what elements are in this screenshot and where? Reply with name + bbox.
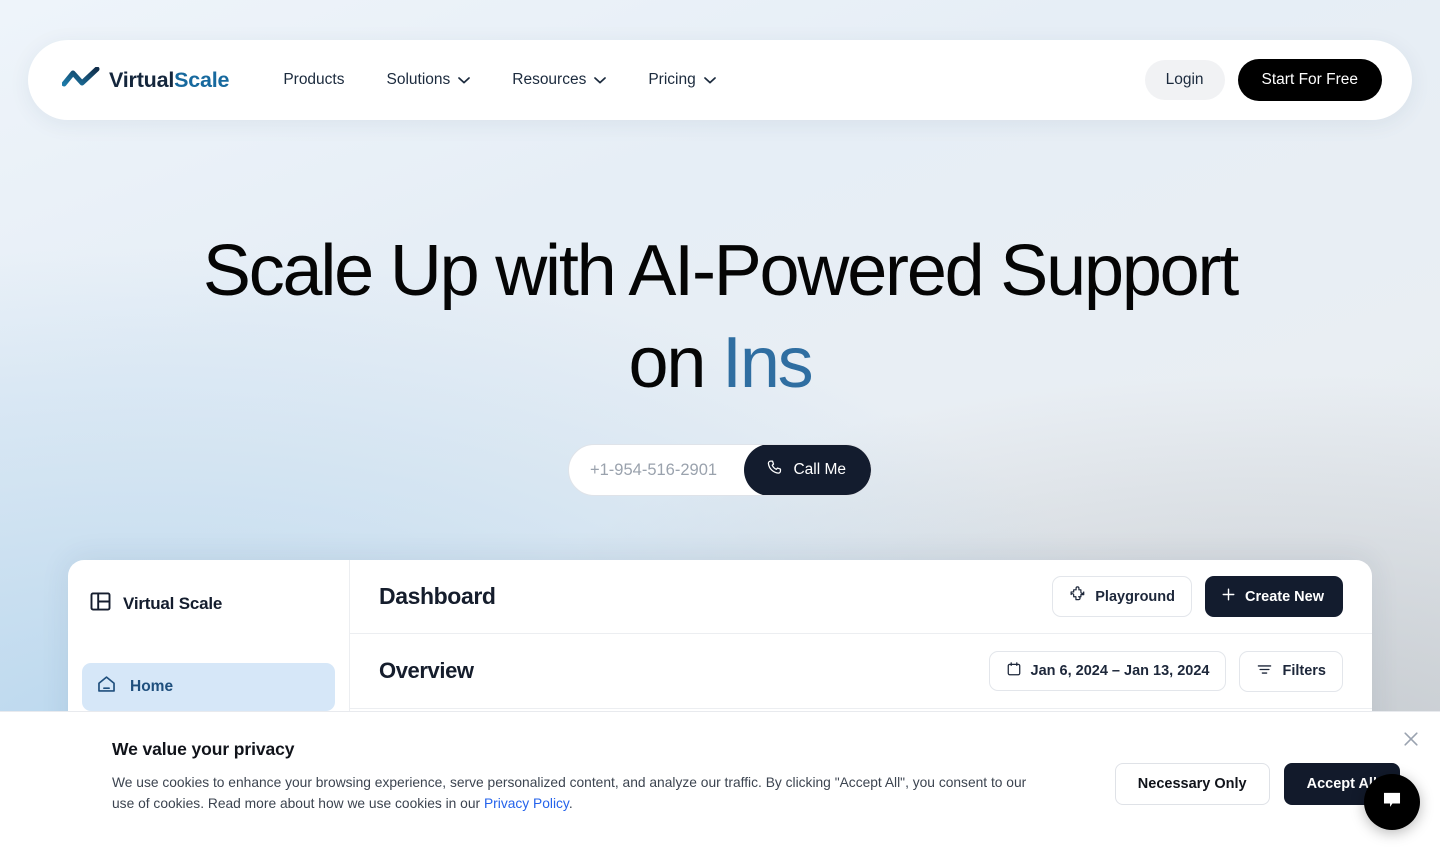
- sidebar-item-home[interactable]: Home: [82, 663, 335, 711]
- chat-widget-button[interactable]: [1364, 774, 1420, 830]
- zigzag-logo-icon: [61, 66, 100, 94]
- cookie-body-after: .: [568, 795, 573, 811]
- filters-label: Filters: [1282, 663, 1326, 679]
- create-new-label: Create New: [1245, 588, 1324, 605]
- dashboard-overview-row: Overview Jan 6, 2024 – Jan 13, 2024 Filt…: [350, 634, 1372, 709]
- chevron-down-icon: [458, 71, 471, 89]
- cookie-text-block: We value your privacy We use cookies to …: [112, 739, 1052, 814]
- login-button[interactable]: Login: [1144, 60, 1225, 100]
- dashboard-header-row: Dashboard Playground Create New: [350, 560, 1372, 634]
- site-header: VirtualScale Products Solutions Resource…: [28, 40, 1412, 120]
- calendar-icon: [1006, 661, 1022, 681]
- home-icon: [96, 674, 117, 700]
- header-actions: Login Start For Free: [1144, 59, 1382, 101]
- playground-label: Playground: [1095, 588, 1176, 605]
- page-root: VirtualScale Products Solutions Resource…: [0, 0, 1440, 850]
- date-range-button[interactable]: Jan 6, 2024 – Jan 13, 2024: [988, 651, 1227, 691]
- filters-button[interactable]: Filters: [1239, 650, 1343, 692]
- hero-section: Scale Up with AI-Powered Support on Ins: [0, 225, 1440, 409]
- phone-input[interactable]: [569, 445, 743, 495]
- dashboard-brand: Virtual Scale: [82, 590, 335, 618]
- date-range-label: Jan 6, 2024 – Jan 13, 2024: [1030, 663, 1210, 679]
- nav-item-label: Solutions: [386, 71, 451, 88]
- dashboard-header-actions: Playground Create New: [1052, 576, 1343, 617]
- brand-name-secondary: Scale: [174, 67, 230, 92]
- create-new-button[interactable]: Create New: [1205, 576, 1343, 617]
- phone-call-form: Call Me: [568, 444, 872, 496]
- start-for-free-button[interactable]: Start For Free: [1237, 59, 1382, 101]
- nav-item-pricing[interactable]: Pricing: [627, 63, 736, 97]
- cookie-consent-banner: We value your privacy We use cookies to …: [0, 711, 1440, 850]
- panel-layout-icon: [89, 590, 112, 618]
- hero-heading-line2-prefix: on: [628, 323, 723, 403]
- hero-heading-line2-accent: Ins: [722, 323, 814, 403]
- cookie-actions: Necessary Only Accept All: [1114, 739, 1400, 805]
- nav-item-label: Products: [283, 71, 345, 88]
- nav-item-resources[interactable]: Resources: [491, 63, 627, 97]
- call-me-button[interactable]: Call Me: [744, 445, 871, 495]
- sidebar-item-label: Home: [130, 678, 174, 695]
- filter-icon: [1256, 661, 1273, 682]
- hero-heading-line1: Scale Up with AI-Powered Support: [202, 231, 1239, 311]
- chevron-down-icon: [703, 71, 716, 89]
- brand-name-primary: Virtual: [109, 67, 175, 92]
- call-me-label: Call Me: [793, 461, 846, 478]
- main-nav: Products Solutions Resources Pricing: [262, 63, 736, 97]
- nav-item-label: Resources: [512, 71, 587, 88]
- privacy-policy-link[interactable]: Privacy Policy: [484, 796, 569, 811]
- hero-heading: Scale Up with AI-Powered Support on Ins: [0, 225, 1440, 409]
- necessary-only-button[interactable]: Necessary Only: [1114, 763, 1270, 805]
- overview-actions: Jan 6, 2024 – Jan 13, 2024 Filters: [988, 650, 1343, 692]
- close-icon[interactable]: [1394, 722, 1428, 756]
- brand-name: VirtualScale: [109, 67, 230, 93]
- puzzle-icon: [1069, 586, 1086, 607]
- nav-item-label: Pricing: [648, 71, 696, 88]
- cookie-title: We value your privacy: [112, 739, 295, 759]
- chevron-down-icon: [594, 71, 607, 89]
- overview-title: Overview: [379, 658, 474, 683]
- phone-icon: [766, 459, 783, 481]
- plus-icon: [1220, 586, 1237, 607]
- dashboard-brand-label: Virtual Scale: [123, 594, 223, 613]
- page-title: Dashboard: [379, 583, 496, 609]
- brand-logo[interactable]: VirtualScale: [61, 66, 230, 94]
- nav-item-solutions[interactable]: Solutions: [365, 63, 491, 97]
- chat-bubble-icon: [1379, 787, 1405, 818]
- nav-item-products[interactable]: Products: [262, 63, 365, 97]
- playground-button[interactable]: Playground: [1052, 576, 1193, 617]
- cookie-body: We use cookies to enhance your browsing …: [112, 773, 1052, 814]
